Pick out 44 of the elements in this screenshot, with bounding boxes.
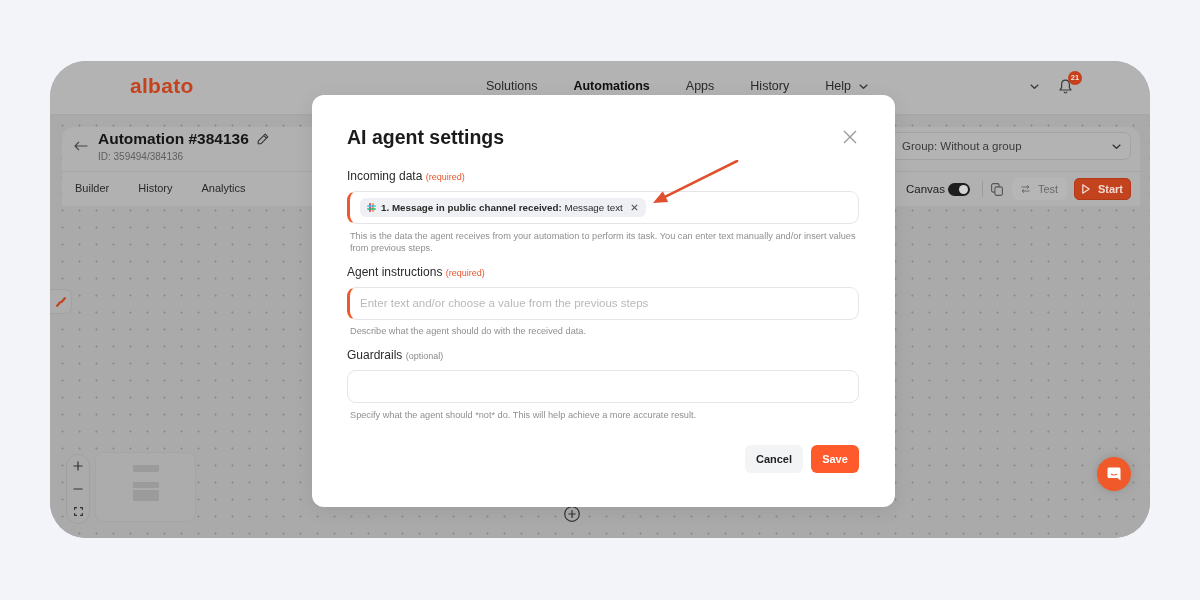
- play-icon: [1081, 184, 1090, 194]
- text-field[interactable]: 1. Message in public channel received: Message text: [347, 191, 859, 224]
- tab[interactable]: History: [138, 179, 173, 199]
- canvas-label: Canvas: [906, 183, 945, 195]
- copy-icon[interactable]: [991, 182, 1003, 196]
- text-field[interactable]: Enter text and/or choose a value from the previous steps: [347, 286, 859, 320]
- nav-link[interactable]: History: [750, 79, 790, 93]
- value-chip[interactable]: 1. Message in public channel received: Message text: [360, 198, 646, 217]
- tab[interactable]: Builder: [75, 179, 110, 199]
- dialog-title: AI agent settings: [347, 125, 505, 149]
- start-button[interactable]: Start: [1074, 178, 1131, 200]
- text-field[interactable]: [347, 370, 859, 403]
- field-label: Agent instructions (required): [347, 264, 485, 281]
- chevron-down-icon[interactable]: [1112, 143, 1121, 149]
- minus-icon: [73, 488, 83, 490]
- plus-icon: [73, 461, 83, 472]
- bell-icon[interactable]: [1059, 78, 1072, 94]
- nav-link[interactable]: Help: [825, 79, 868, 93]
- nav-link[interactable]: Automations: [573, 79, 650, 93]
- chat-button[interactable]: [1097, 457, 1131, 491]
- back-arrow-icon[interactable]: [74, 141, 88, 151]
- chevron-down-icon[interactable]: [858, 83, 868, 89]
- chevron-down-icon[interactable]: [1030, 83, 1039, 89]
- cancel-button[interactable]: Cancel: [745, 445, 803, 473]
- toggle-switch[interactable]: [948, 182, 970, 196]
- hash-icon: [367, 203, 376, 212]
- slash-icon: [55, 296, 66, 307]
- chat-bubble-icon: [1107, 467, 1121, 481]
- pencil-icon[interactable]: [256, 133, 269, 145]
- remove-icon[interactable]: [630, 204, 638, 211]
- field-hint: Describe what the agent should do with the received data.: [350, 325, 586, 337]
- nav-link[interactable]: Apps: [685, 79, 715, 93]
- close-icon[interactable]: [843, 130, 857, 144]
- automation-title: Automation #384136: [98, 130, 249, 148]
- automation-id: ID: 359494/384136: [98, 151, 184, 163]
- fit-screen-icon: [73, 507, 83, 517]
- field-label: Guardrails (optional): [347, 348, 444, 364]
- field-label: Incoming data (required): [347, 169, 465, 185]
- swap-arrows-icon: [1020, 185, 1030, 193]
- plus-circle-icon[interactable]: [564, 506, 580, 522]
- field-hint: This is the data the agent receives from your automation to perform its task. You can enter text manually and/or insert values from previous steps.: [350, 229, 857, 254]
- field-hint: Specify what the agent should *not* do. This will help achieve a more accurate result.: [350, 408, 697, 421]
- nav-link[interactable]: Solutions: [486, 79, 538, 93]
- tab[interactable]: Analytics: [201, 179, 246, 199]
